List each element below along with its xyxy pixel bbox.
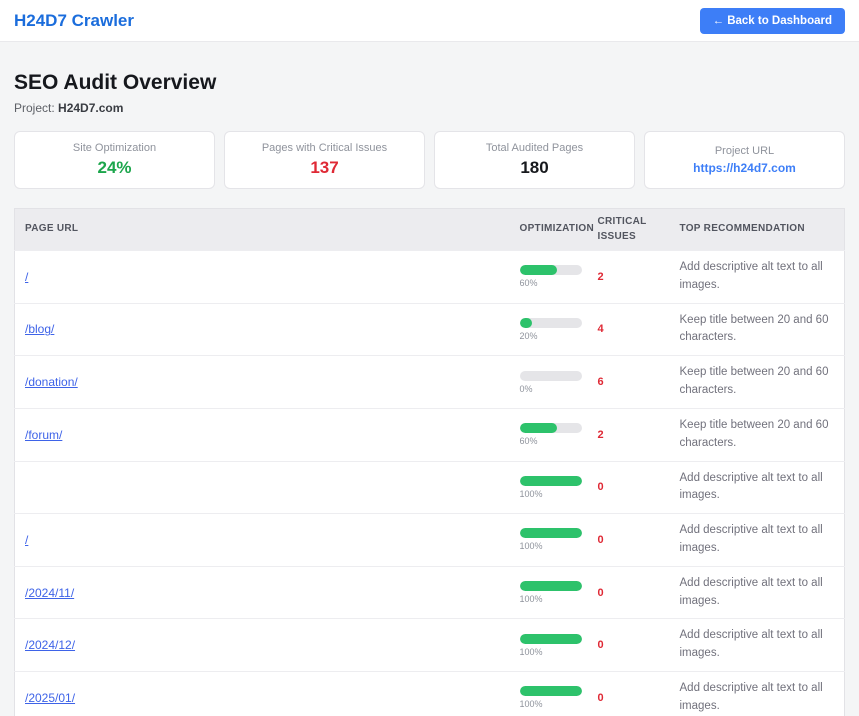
- optimization-percent: 100%: [520, 699, 578, 709]
- optimization-percent: 60%: [520, 278, 578, 288]
- stat-value: 24%: [97, 158, 131, 178]
- optimization-percent: 100%: [520, 647, 578, 657]
- optimization-percent: 100%: [520, 489, 578, 499]
- main-content: SEO Audit Overview Project: H24D7.com Si…: [0, 71, 859, 716]
- optimization-bar: [520, 528, 582, 538]
- column-header-optimization: OPTIMIZATION: [510, 209, 588, 251]
- optimization-bar-fill: [520, 528, 582, 538]
- critical-issues-count: 0: [588, 461, 670, 514]
- top-recommendation: Add descriptive alt text to all images.: [670, 672, 845, 716]
- optimization-percent: 100%: [520, 594, 578, 604]
- column-header-critical-issues: CRITICAL ISSUES: [588, 209, 670, 251]
- page-url-link[interactable]: /2025/01/: [25, 691, 75, 705]
- optimization-bar: [520, 634, 582, 644]
- optimization-bar: [520, 265, 582, 275]
- optimization-bar: [520, 476, 582, 486]
- top-recommendation: Keep title between 20 and 60 characters.: [670, 408, 845, 461]
- top-recommendation: Add descriptive alt text to all images.: [670, 514, 845, 567]
- table-row: /2024/12/ 100% 0 Add descriptive alt tex…: [15, 619, 845, 672]
- table-row: / 100% 0 Add descriptive alt text to all…: [15, 514, 845, 567]
- page-url-link[interactable]: /forum/: [25, 428, 62, 442]
- optimization-percent: 20%: [520, 331, 578, 341]
- optimization-bar-fill: [520, 423, 557, 433]
- top-header-bar: H24D7 Crawler ← Back to Dashboard: [0, 0, 859, 42]
- page-url-link[interactable]: /donation/: [25, 375, 78, 389]
- table-row: / 60% 2 Add descriptive alt text to all …: [15, 251, 845, 304]
- critical-issues-count: 0: [588, 619, 670, 672]
- optimization-bar-fill: [520, 265, 557, 275]
- page-url-link[interactable]: /2024/12/: [25, 638, 75, 652]
- stat-label: Site Optimization: [73, 142, 156, 154]
- optimization-bar: [520, 686, 582, 696]
- page-url-link[interactable]: /: [25, 270, 28, 284]
- project-url-link[interactable]: https://h24d7.com: [693, 161, 796, 175]
- critical-issues-count: 4: [588, 303, 670, 356]
- top-recommendation: Keep title between 20 and 60 characters.: [670, 356, 845, 409]
- app-title: H24D7 Crawler: [14, 11, 134, 31]
- stat-card-project-url: Project URL https://h24d7.com: [644, 131, 845, 189]
- page-url-link[interactable]: /: [25, 533, 28, 547]
- stat-value: 180: [520, 158, 548, 178]
- table-row: /forum/ 60% 2 Keep title between 20 and …: [15, 408, 845, 461]
- optimization-bar: [520, 423, 582, 433]
- table-row: /2025/01/ 100% 0 Add descriptive alt tex…: [15, 672, 845, 716]
- optimization-percent: 100%: [520, 541, 578, 551]
- project-label: Project:: [14, 101, 55, 115]
- table-row: /blog/ 20% 4 Keep title between 20 and 6…: [15, 303, 845, 356]
- optimization-bar-fill: [520, 634, 582, 644]
- audit-table-body: / 60% 2 Add descriptive alt text to all …: [15, 251, 845, 716]
- stat-card-critical-issues: Pages with Critical Issues 137: [224, 131, 425, 189]
- optimization-bar: [520, 318, 582, 328]
- stat-label: Project URL: [715, 145, 774, 157]
- optimization-bar-fill: [520, 581, 582, 591]
- top-recommendation: Add descriptive alt text to all images.: [670, 461, 845, 514]
- critical-issues-count: 2: [588, 408, 670, 461]
- table-row: 100% 0 Add descriptive alt text to all i…: [15, 461, 845, 514]
- stat-label: Total Audited Pages: [486, 142, 583, 154]
- top-recommendation: Keep title between 20 and 60 characters.: [670, 303, 845, 356]
- stat-card-total-pages: Total Audited Pages 180: [434, 131, 635, 189]
- optimization-bar-fill: [520, 318, 532, 328]
- audit-table-header: PAGE URL OPTIMIZATION CRITICAL ISSUES TO…: [15, 209, 845, 251]
- page-title: SEO Audit Overview: [14, 71, 845, 95]
- top-recommendation: Add descriptive alt text to all images.: [670, 251, 845, 304]
- critical-issues-count: 0: [588, 672, 670, 716]
- critical-issues-count: 0: [588, 514, 670, 567]
- optimization-bar: [520, 581, 582, 591]
- optimization-percent: 0%: [520, 384, 578, 394]
- back-to-dashboard-button[interactable]: ← Back to Dashboard: [700, 8, 846, 34]
- optimization-bar-fill: [520, 686, 582, 696]
- project-name: H24D7.com: [58, 101, 123, 115]
- page-url-link[interactable]: /blog/: [25, 322, 54, 336]
- column-header-top-recommendation: TOP RECOMMENDATION: [670, 209, 845, 251]
- stat-label: Pages with Critical Issues: [262, 142, 387, 154]
- optimization-bar: [520, 371, 582, 381]
- page-url-link[interactable]: /2024/11/: [25, 586, 74, 600]
- project-line: Project: H24D7.com: [14, 101, 845, 115]
- stat-cards: Site Optimization 24% Pages with Critica…: [14, 131, 845, 189]
- table-row: /donation/ 0% 6 Keep title between 20 an…: [15, 356, 845, 409]
- top-recommendation: Add descriptive alt text to all images.: [670, 619, 845, 672]
- audit-table: PAGE URL OPTIMIZATION CRITICAL ISSUES TO…: [14, 208, 845, 716]
- top-recommendation: Add descriptive alt text to all images.: [670, 566, 845, 619]
- critical-issues-count: 6: [588, 356, 670, 409]
- critical-issues-count: 0: [588, 566, 670, 619]
- stat-value: 137: [310, 158, 338, 178]
- table-row: /2024/11/ 100% 0 Add descriptive alt tex…: [15, 566, 845, 619]
- optimization-percent: 60%: [520, 436, 578, 446]
- stat-card-site-optimization: Site Optimization 24%: [14, 131, 215, 189]
- optimization-bar-fill: [520, 476, 582, 486]
- critical-issues-count: 2: [588, 251, 670, 304]
- column-header-page-url: PAGE URL: [15, 209, 510, 251]
